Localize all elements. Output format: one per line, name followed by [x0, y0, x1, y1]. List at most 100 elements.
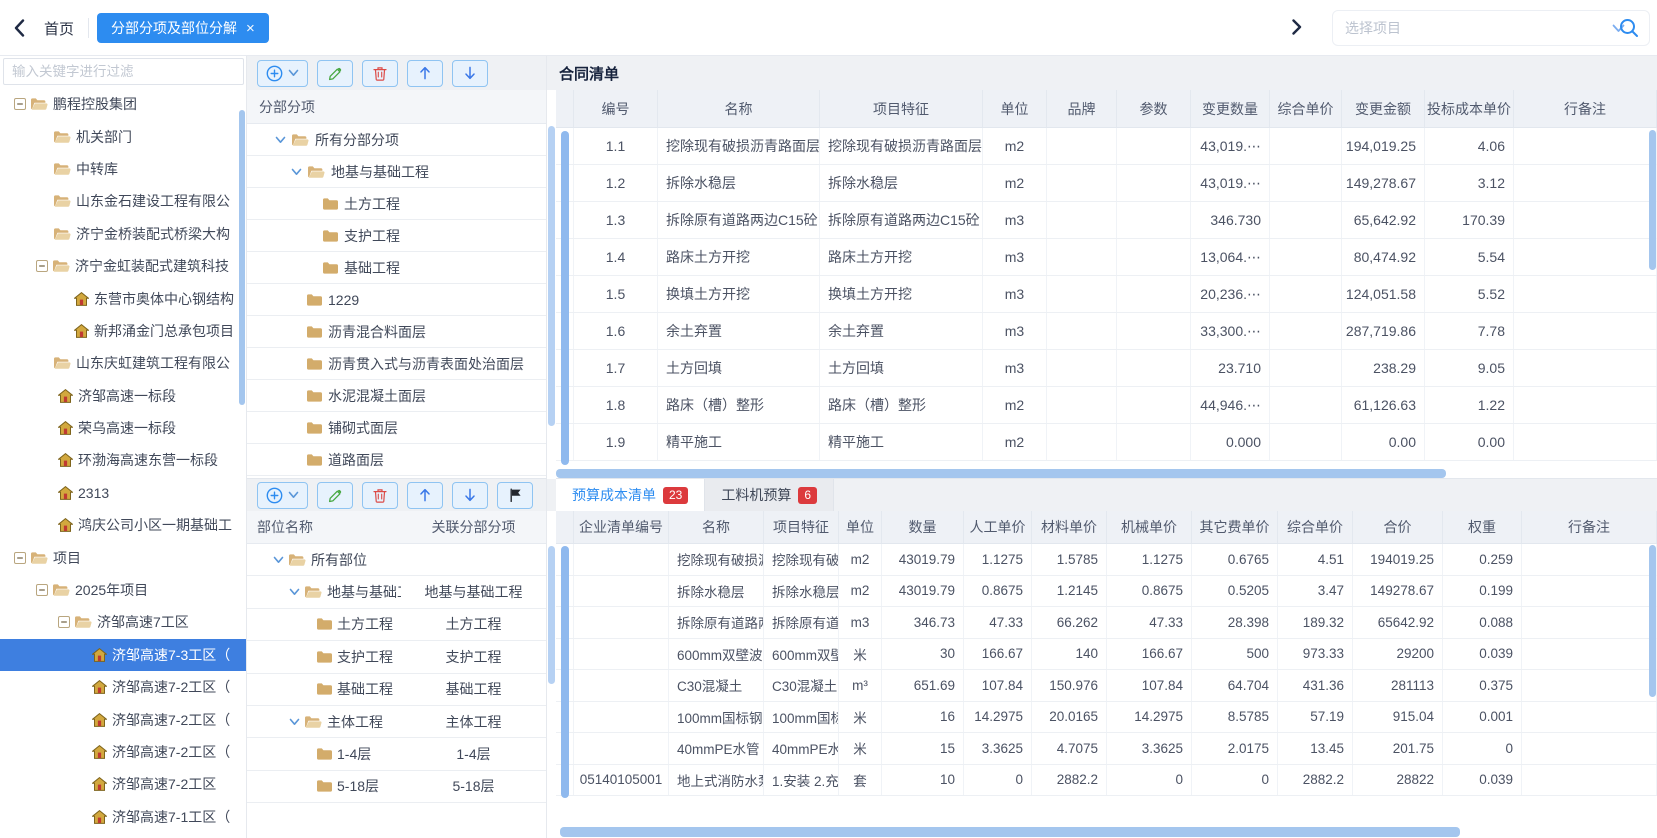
tab-budget-cost-list[interactable]: 预算成本清单23: [556, 479, 705, 511]
tab-labor-material-budget[interactable]: 工料机预算6: [705, 479, 834, 511]
division-tree-row[interactable]: 1229: [247, 284, 546, 316]
table-row[interactable]: 1.6余土弃置余土弃置m333,300.⋯287,719.867.78: [556, 313, 1657, 350]
move-down-button[interactable]: [452, 60, 488, 87]
table-row[interactable]: C30混凝土C30混凝土m³651.69107.84150.976107.846…: [556, 670, 1657, 702]
table-row[interactable]: 1.8路床（槽）整形路床（槽）整形m244,946.⋯61,126.631.22: [556, 387, 1657, 424]
division-tree-row[interactable]: 沥青混合料面层: [247, 316, 546, 348]
table-row[interactable]: 05140105001地上式消防水泵1.安装 2.充套1002882.20028…: [556, 765, 1657, 797]
back-icon[interactable]: [14, 19, 25, 37]
sidebar-item[interactable]: 济邹高速7-1工区（: [0, 801, 247, 833]
sidebar-item[interactable]: 鹏程控股集团: [0, 88, 247, 120]
division-scrollbar[interactable]: [548, 126, 555, 426]
search-icon[interactable]: [1618, 17, 1640, 39]
sidebar-item[interactable]: 山东金石建设工程有限公: [0, 185, 247, 217]
table-row[interactable]: 1.4路床土方开挖路床土方开挖m313,064.⋯80,474.925.54: [556, 239, 1657, 276]
table-row[interactable]: 100mm国标钢管100mm国标钢管米1614.297520.016514.29…: [556, 702, 1657, 734]
tree-item-label: 2313: [78, 485, 109, 501]
expander-icon[interactable]: [58, 616, 70, 628]
table-row[interactable]: 600mm双壁波纹管600mm双壁波纹管米30166.67140166.6750…: [556, 639, 1657, 671]
expander-icon[interactable]: [36, 260, 48, 272]
table-row[interactable]: 挖除现有破损沥青路面层挖除现有破损沥青路面层m243019.791.12751.…: [556, 544, 1657, 576]
sidebar-item[interactable]: 机关部门: [0, 120, 247, 152]
edit-button[interactable]: [317, 482, 353, 509]
table-row[interactable]: 1.2拆除水稳层拆除水稳层m243,019.⋯149,278.673.12: [556, 165, 1657, 202]
table-row[interactable]: 40mmPE水管40mmPE水管米153.36254.70753.36252.0…: [556, 733, 1657, 765]
division-tree-row[interactable]: 所有分部分项: [247, 124, 546, 156]
division-tree-row[interactable]: 道路面层: [247, 444, 546, 476]
sidebar-item[interactable]: 济邹高速7-2工区: [0, 768, 247, 800]
add-button[interactable]: [257, 60, 308, 87]
expander-icon[interactable]: [14, 98, 26, 110]
division-tree-row[interactable]: 支护工程: [247, 220, 546, 252]
parts-row[interactable]: 主体工程主体工程: [247, 706, 546, 738]
parts-row[interactable]: 土方工程土方工程: [247, 609, 546, 641]
flag-button[interactable]: [497, 482, 533, 509]
expander-icon[interactable]: [14, 552, 26, 564]
contract-vscrollbar[interactable]: [1649, 130, 1656, 270]
sidebar-item[interactable]: 济邹高速7-2工区（: [0, 703, 247, 735]
table-row[interactable]: 1.1挖除现有破损沥青路面层挖除现有破损沥青路面层m243,019.⋯194,0…: [556, 128, 1657, 165]
project-select[interactable]: [1332, 10, 1650, 46]
sidebar-item[interactable]: 东营市奥体中心钢结构: [0, 282, 247, 314]
sidebar-item[interactable]: 新邦涌金门总承包项目: [0, 315, 247, 347]
parts-row[interactable]: 地基与基础工程地基与基础工程: [247, 576, 546, 608]
division-tree-row[interactable]: 铺砌式面层: [247, 412, 546, 444]
sidebar-item[interactable]: 荣乌高速一标段: [0, 412, 247, 444]
division-tree-row[interactable]: 基础工程: [247, 252, 546, 284]
move-up-button[interactable]: [407, 60, 443, 87]
sidebar-item[interactable]: 济邹高速7-2工区（: [0, 736, 247, 768]
cell: [574, 639, 669, 670]
delete-button[interactable]: [362, 60, 398, 87]
sidebar-item[interactable]: 济邹高速7工区: [0, 606, 247, 638]
table-row[interactable]: 1.5换填土方开挖换填土方开挖m320,236.⋯124,051.585.52: [556, 276, 1657, 313]
edit-button[interactable]: [317, 60, 353, 87]
division-tree-row[interactable]: 土方工程: [247, 188, 546, 220]
sidebar-item[interactable]: 山东庆虹建筑工程有限公: [0, 347, 247, 379]
sidebar-item[interactable]: 2025年项目: [0, 574, 247, 606]
parts-row[interactable]: 所有部位: [247, 544, 546, 576]
sidebar-item[interactable]: 济邹高速一标段: [0, 380, 247, 412]
parts-row[interactable]: 1-4层1-4层: [247, 738, 546, 770]
column-header: 参数: [1117, 90, 1191, 127]
parts-row[interactable]: 5-18层5-18层: [247, 771, 546, 803]
sidebar-item[interactable]: 济宁金虹装配式建筑科技: [0, 250, 247, 282]
project-select-input[interactable]: [1345, 20, 1612, 36]
parts-row[interactable]: 支护工程支护工程: [247, 641, 546, 673]
tab-active[interactable]: 分部分项及部位分解 ×: [97, 13, 269, 43]
parts-scrollbar[interactable]: [548, 546, 555, 684]
table-row[interactable]: 拆除原有道路两边C15砼拆除原有道路两边C15砼m3346.7347.3366.…: [556, 607, 1657, 639]
home-link[interactable]: 首页: [44, 18, 74, 39]
budget-hscrollbar[interactable]: [560, 827, 1460, 837]
division-tree-row[interactable]: 水泥混凝土面层: [247, 380, 546, 412]
add-button[interactable]: [257, 482, 308, 509]
contract-left-scrollbar[interactable]: [561, 131, 569, 465]
budget-vscrollbar[interactable]: [1649, 545, 1656, 697]
sidebar-item[interactable]: 环渤海高速东营一标段: [0, 444, 247, 476]
sidebar-filter-input[interactable]: [3, 58, 244, 85]
delete-button[interactable]: [362, 482, 398, 509]
forward-icon[interactable]: [1292, 19, 1302, 35]
table-row[interactable]: 1.3拆除原有道路两边C15砼拆除原有道路两边C15砼m3346.73065,6…: [556, 202, 1657, 239]
table-row[interactable]: 1.7土方回填土方回填m323.710238.299.05: [556, 350, 1657, 387]
budget-left-scrollbar[interactable]: [561, 546, 569, 798]
contract-hscrollbar[interactable]: [556, 469, 1446, 478]
move-up-button[interactable]: [407, 482, 443, 509]
table-row[interactable]: 1.9精平施工精平施工m20.0000.000.00: [556, 424, 1657, 461]
sidebar-item[interactable]: 济邹高速7-2工区（: [0, 671, 247, 703]
parts-row[interactable]: 基础工程基础工程: [247, 674, 546, 706]
sidebar-item[interactable]: 中转库: [0, 153, 247, 185]
sidebar-item[interactable]: 2313: [0, 477, 247, 509]
sidebar-item[interactable]: 济宁金桥装配式桥梁大构: [0, 218, 247, 250]
sidebar-item[interactable]: 项目: [0, 541, 247, 573]
sidebar-scrollbar[interactable]: [239, 110, 245, 405]
division-tree-row[interactable]: 沥青贯入式与沥青表面处治面层: [247, 348, 546, 380]
move-down-button[interactable]: [452, 482, 488, 509]
sidebar-item[interactable]: 济邹高速7-1工区（: [0, 833, 247, 838]
division-tree-row[interactable]: 地基与基础工程: [247, 156, 546, 188]
table-row[interactable]: 拆除水稳层拆除水稳层m243019.790.86751.21450.86750.…: [556, 576, 1657, 608]
cell: 16: [882, 702, 964, 733]
sidebar-item[interactable]: 济邹高速7-3工区（: [0, 639, 247, 671]
sidebar-item[interactable]: 鸿庆公司小区一期基础工: [0, 509, 247, 541]
close-icon[interactable]: ×: [246, 21, 255, 36]
expander-icon[interactable]: [36, 584, 48, 596]
